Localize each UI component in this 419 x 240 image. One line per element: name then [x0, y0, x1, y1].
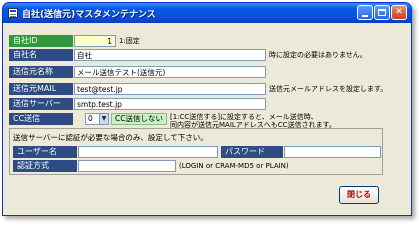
chevron-down-icon[interactable]: ▼	[99, 114, 108, 124]
cc-send-select[interactable]: 0 ▼	[85, 113, 109, 125]
sender-mail-note: 送信元メールアドレスを設定します。	[269, 85, 388, 93]
sender-mail-input[interactable]: test@test.jp	[74, 83, 266, 95]
minimize-button[interactable]	[357, 5, 373, 20]
sender-mail-label: 送信元MAIL	[9, 83, 73, 95]
company-name-note: 時に設定の必要はありません。	[269, 51, 367, 59]
company-name-input[interactable]: 自社	[74, 49, 266, 61]
company-id-input[interactable]: 1	[74, 35, 116, 47]
company-name-label: 自社名	[9, 49, 73, 61]
company-id-label: 自社ID	[9, 35, 73, 47]
close-icon: ✕	[395, 7, 403, 17]
cc-send-status: CC送信しない	[111, 113, 167, 125]
cc-send-label: CC送信	[9, 113, 73, 125]
maximize-icon	[378, 9, 386, 16]
company-id-note: 1:固定	[119, 37, 140, 45]
window-title: 自社(送信元)マスタメンテナンス	[22, 10, 156, 20]
username-input[interactable]	[78, 146, 218, 158]
app-icon	[8, 8, 18, 18]
smtp-server-input[interactable]: smtp.test.jp	[74, 98, 266, 110]
password-input[interactable]	[284, 146, 381, 158]
password-label: パスワード	[221, 146, 283, 158]
minimize-icon	[362, 15, 368, 17]
auth-method-input[interactable]	[78, 160, 176, 172]
auth-method-label: 認証方式	[13, 160, 77, 172]
auth-method-note: (LOGIN or CRAM-MD5 or PLAIN)	[179, 162, 289, 170]
username-label: ユーザー名	[13, 146, 77, 158]
smtp-server-label: 送信サーバー	[9, 98, 73, 110]
auth-description: 送信サーバーに認証が必要な場合のみ、設定して下さい。	[13, 133, 208, 142]
window-close-button[interactable]: ✕	[391, 5, 407, 20]
maximize-button[interactable]	[374, 5, 390, 20]
cc-send-value: 0	[88, 114, 93, 123]
sender-name-label: 送信元名称	[9, 66, 73, 78]
maintenance-window: 自社(送信元)マスタメンテナンス ✕ 自社ID 1 1:固定 自社名 自社 時に…	[2, 2, 412, 216]
close-button[interactable]: 閉じる	[339, 186, 379, 204]
sender-name-input[interactable]: メール送信テスト(送信元)	[74, 66, 266, 78]
title-bar[interactable]: 自社(送信元)マスタメンテナンス ✕	[3, 3, 411, 23]
